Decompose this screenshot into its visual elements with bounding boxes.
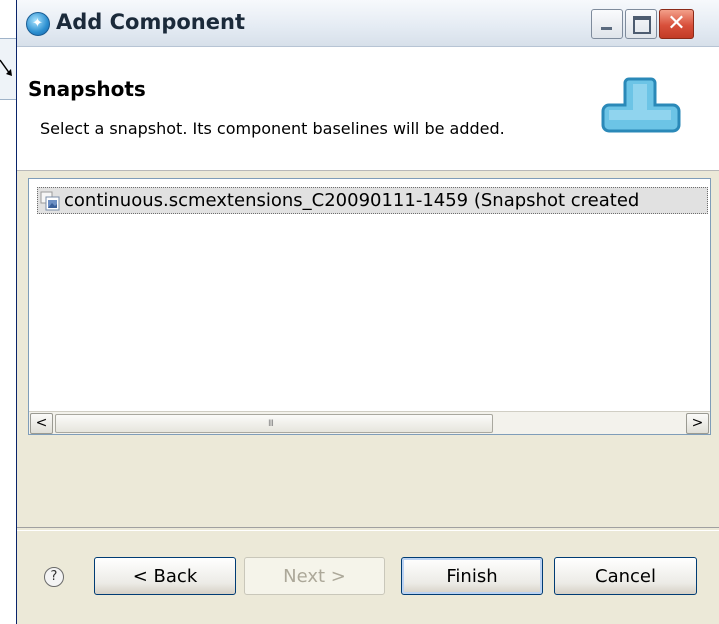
maximize-icon: [633, 16, 651, 34]
back-button[interactable]: < Back: [94, 557, 236, 595]
component-graphic-icon: [601, 77, 681, 133]
page-title: Snapshots: [28, 77, 146, 101]
close-icon: ✕: [667, 11, 686, 36]
snapshot-list[interactable]: continuous.scmextensions_C20090111-1459 …: [28, 178, 711, 435]
close-button[interactable]: ✕: [659, 9, 694, 39]
title-bar[interactable]: ✦ Add Component ✕: [17, 0, 719, 47]
next-button[interactable]: Next >: [244, 557, 385, 595]
scroll-right-button[interactable]: >: [686, 413, 709, 434]
minimize-icon: [601, 27, 612, 30]
scroll-grip-icon: III: [268, 419, 274, 429]
list-item[interactable]: continuous.scmextensions_C20090111-1459 …: [37, 187, 708, 214]
finish-button[interactable]: Finish: [401, 557, 543, 595]
add-component-dialog: ✦ Add Component ✕ Snapshots Select a sna…: [16, 0, 719, 624]
scroll-thumb[interactable]: III: [55, 414, 493, 433]
wizard-icon: ✦: [26, 12, 50, 36]
background-arrow-icon: [0, 59, 12, 76]
wizard-header: Snapshots Select a snapshot. Its compone…: [17, 47, 719, 171]
help-icon[interactable]: ?: [44, 567, 64, 587]
snapshot-icon: [40, 191, 60, 211]
minimize-button[interactable]: [591, 9, 623, 39]
maximize-button[interactable]: [625, 9, 657, 39]
cancel-button[interactable]: Cancel: [554, 557, 697, 595]
button-bar-separator: [17, 527, 719, 531]
horizontal-scrollbar[interactable]: < III >: [29, 411, 710, 434]
window-title: Add Component: [56, 10, 245, 34]
snapshot-label: continuous.scmextensions_C20090111-1459 …: [64, 190, 640, 211]
page-description: Select a snapshot. Its component baselin…: [40, 119, 505, 138]
scroll-left-button[interactable]: <: [30, 413, 53, 434]
